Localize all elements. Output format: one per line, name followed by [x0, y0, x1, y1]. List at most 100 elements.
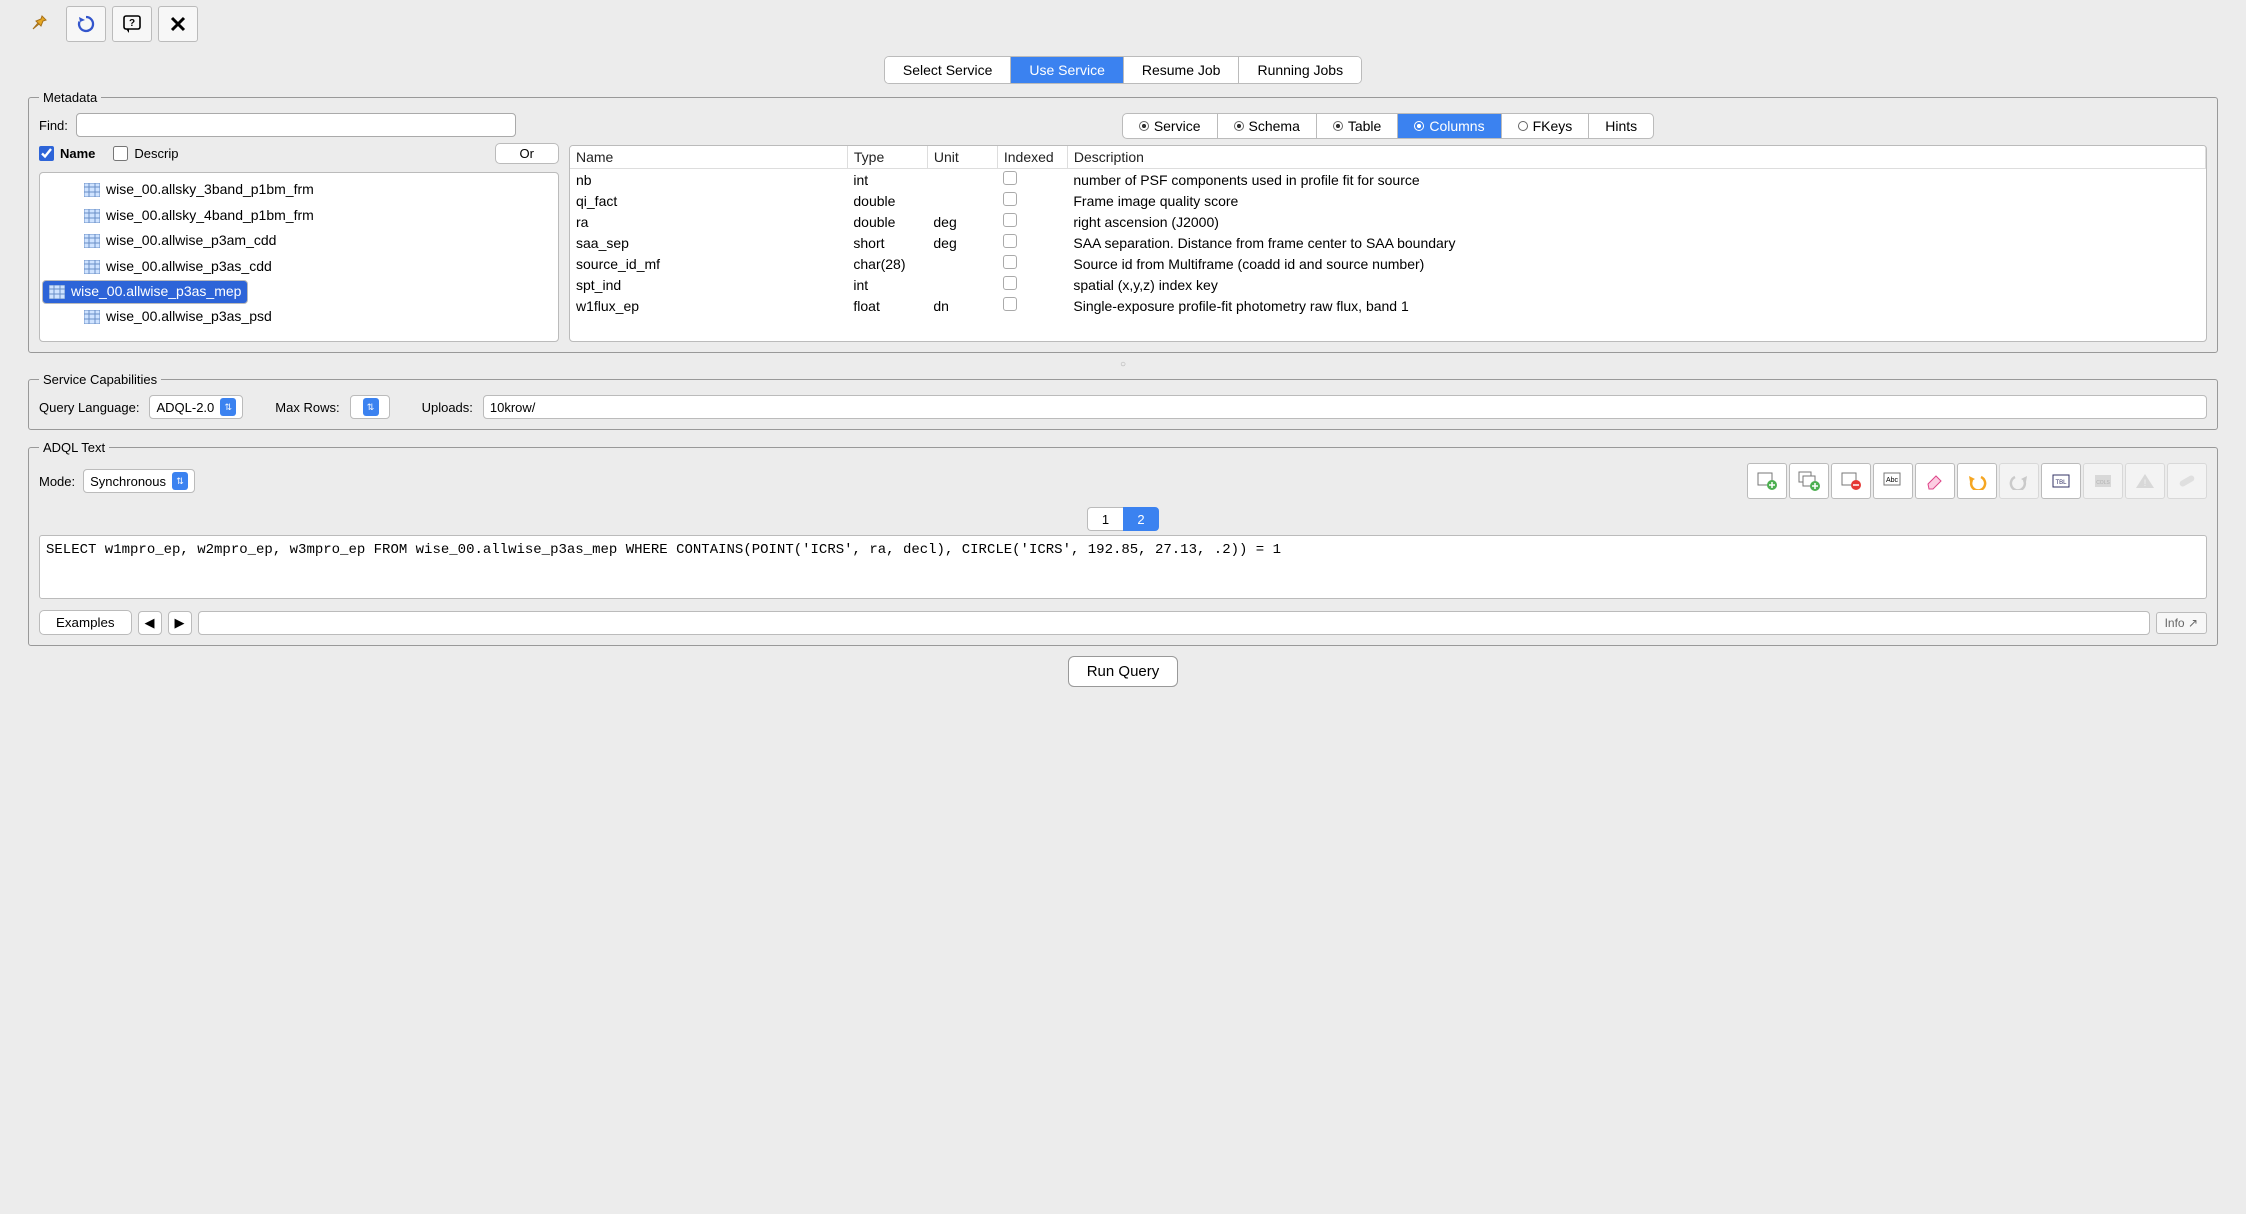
col-unit: [927, 169, 997, 191]
undo-button[interactable]: [1957, 463, 1997, 499]
col-header-unit[interactable]: Unit: [927, 146, 997, 169]
col-description: SAA separation. Distance from frame cent…: [1067, 232, 2205, 253]
indexed-checkbox[interactable]: [1003, 192, 1017, 206]
table-icon: [84, 183, 100, 197]
name-checkbox-label: Name: [60, 146, 95, 161]
column-row[interactable]: saa_sepshortdegSAA separation. Distance …: [570, 232, 2206, 253]
column-row[interactable]: source_id_mfchar(28)Source id from Multi…: [570, 253, 2206, 274]
col-header-description[interactable]: Description: [1067, 146, 2205, 169]
col-header-type[interactable]: Type: [847, 146, 927, 169]
view-tab-columns[interactable]: Columns: [1398, 114, 1501, 138]
col-unit: [927, 253, 997, 274]
main-tab-resume-job[interactable]: Resume Job: [1124, 57, 1240, 83]
view-tab-fkeys[interactable]: FKeys: [1502, 114, 1590, 138]
indexed-checkbox[interactable]: [1003, 213, 1017, 227]
indexed-checkbox[interactable]: [1003, 255, 1017, 269]
insert-columns-button[interactable]: COLS: [2083, 463, 2123, 499]
max-rows-select[interactable]: ⇅: [350, 395, 390, 419]
indexed-checkbox[interactable]: [1003, 276, 1017, 290]
clear-button[interactable]: [1915, 463, 1955, 499]
table-tree[interactable]: wise_00.allsky_3band_p1bm_frm wise_00.all…: [39, 172, 559, 342]
prev-example-button[interactable]: ◀: [138, 611, 162, 635]
col-name: source_id_mf: [570, 253, 847, 274]
adql-panel: ADQL Text Mode: Synchronous ⇅ Abc TBL CO…: [28, 440, 2218, 646]
table-tree-label: wise_00.allwise_p3as_cdd: [106, 256, 272, 278]
splitter-handle[interactable]: ○: [28, 359, 2218, 370]
table-tree-item[interactable]: wise_00.allwise_p3as_cdd: [42, 254, 556, 280]
view-tab-service[interactable]: Service: [1123, 114, 1218, 138]
table-tree-item[interactable]: wise_00.allwise_p3as_mep: [42, 280, 248, 304]
main-tab-use-service[interactable]: Use Service: [1011, 57, 1123, 83]
query-language-select[interactable]: ADQL-2.0 ⇅: [149, 395, 243, 419]
view-tab-hints[interactable]: Hints: [1589, 114, 1653, 138]
query-page-tab-1[interactable]: 1: [1087, 507, 1123, 531]
col-header-name[interactable]: Name: [570, 146, 847, 169]
col-type: double: [847, 211, 927, 232]
radio-icon: [1414, 121, 1424, 131]
table-tree-label: wise_00.allwise_p3as_mep: [71, 281, 241, 303]
help-button[interactable]: ?: [112, 6, 152, 42]
chevron-right-icon: ▶: [175, 615, 185, 631]
pin-button[interactable]: [20, 6, 60, 42]
indexed-checkbox[interactable]: [1003, 171, 1017, 185]
fix-button[interactable]: [2167, 463, 2207, 499]
info-button[interactable]: Info ↗: [2156, 612, 2207, 634]
metadata-panel: Metadata Find: Name Descrip Or wise_00.a…: [28, 90, 2218, 353]
col-name: qi_fact: [570, 190, 847, 211]
columns-panel[interactable]: Name Type Unit Indexed Description nbint…: [569, 145, 2207, 342]
table-tree-label: wise_00.allsky_4band_p1bm_frm: [106, 205, 314, 227]
radio-icon: [1518, 121, 1528, 131]
column-row[interactable]: spt_indintspatial (x,y,z) index key: [570, 274, 2206, 295]
adql-query-input[interactable]: [39, 535, 2207, 599]
redo-button[interactable]: [1999, 463, 2039, 499]
descrip-checkbox[interactable]: [113, 146, 128, 161]
table-tree-item[interactable]: wise_00.allsky_4band_p1bm_frm: [42, 203, 556, 229]
column-row[interactable]: w1flux_epfloatdnSingle-exposure profile-…: [570, 295, 2206, 316]
view-tab-schema[interactable]: Schema: [1218, 114, 1317, 138]
table-tree-item[interactable]: wise_00.allwise_p3am_cdd: [42, 228, 556, 254]
uploads-field[interactable]: 10krow/: [483, 395, 2207, 419]
close-button[interactable]: [158, 6, 198, 42]
add-tab-icon: [1756, 471, 1778, 491]
copy-tab-button[interactable]: [1789, 463, 1829, 499]
eraser-icon: [1924, 472, 1946, 490]
col-type: int: [847, 169, 927, 191]
metadata-view-tabs: ServiceSchemaTableColumnsFKeysHints: [1122, 113, 1654, 139]
validate-button[interactable]: !: [2125, 463, 2165, 499]
uploads-label: Uploads:: [422, 400, 473, 415]
table-tree-label: wise_00.allsky_3band_p1bm_frm: [106, 179, 314, 201]
view-tab-table[interactable]: Table: [1317, 114, 1398, 138]
reload-button[interactable]: [66, 6, 106, 42]
col-description: number of PSF components used in profile…: [1067, 169, 2205, 191]
column-row[interactable]: qi_factdoubleFrame image quality score: [570, 190, 2206, 211]
examples-button[interactable]: Examples: [39, 610, 132, 635]
remove-tab-icon: [1840, 471, 1862, 491]
col-header-indexed[interactable]: Indexed: [997, 146, 1067, 169]
col-unit: deg: [927, 232, 997, 253]
mode-select[interactable]: Synchronous ⇅: [83, 469, 195, 493]
table-tree-label: wise_00.allwise_p3as_psd: [106, 306, 272, 328]
query-language-value: ADQL-2.0: [156, 400, 214, 415]
edit-title-icon: Abc: [1882, 471, 1904, 491]
indexed-checkbox[interactable]: [1003, 297, 1017, 311]
indexed-checkbox[interactable]: [1003, 234, 1017, 248]
col-type: float: [847, 295, 927, 316]
add-tab-button[interactable]: [1747, 463, 1787, 499]
column-row[interactable]: radoubledegright ascension (J2000): [570, 211, 2206, 232]
run-query-button[interactable]: Run Query: [1068, 656, 1179, 687]
insert-table-button[interactable]: TBL: [2041, 463, 2081, 499]
remove-tab-button[interactable]: [1831, 463, 1871, 499]
main-tab-running-jobs[interactable]: Running Jobs: [1239, 57, 1361, 83]
next-example-button[interactable]: ▶: [168, 611, 192, 635]
table-tree-item[interactable]: wise_00.allwise_p3as_psd: [42, 304, 556, 330]
table-tree-item[interactable]: wise_00.allsky_3band_p1bm_frm: [42, 177, 556, 203]
svg-text:!: !: [2144, 478, 2147, 488]
edit-title-button[interactable]: Abc: [1873, 463, 1913, 499]
or-button[interactable]: Or: [495, 143, 559, 164]
svg-text:TBL: TBL: [2055, 480, 2067, 486]
name-checkbox[interactable]: [39, 146, 54, 161]
query-page-tab-2[interactable]: 2: [1123, 507, 1159, 531]
column-row[interactable]: nbintnumber of PSF components used in pr…: [570, 169, 2206, 191]
main-tab-select-service[interactable]: Select Service: [885, 57, 1011, 83]
find-input[interactable]: [76, 113, 516, 137]
